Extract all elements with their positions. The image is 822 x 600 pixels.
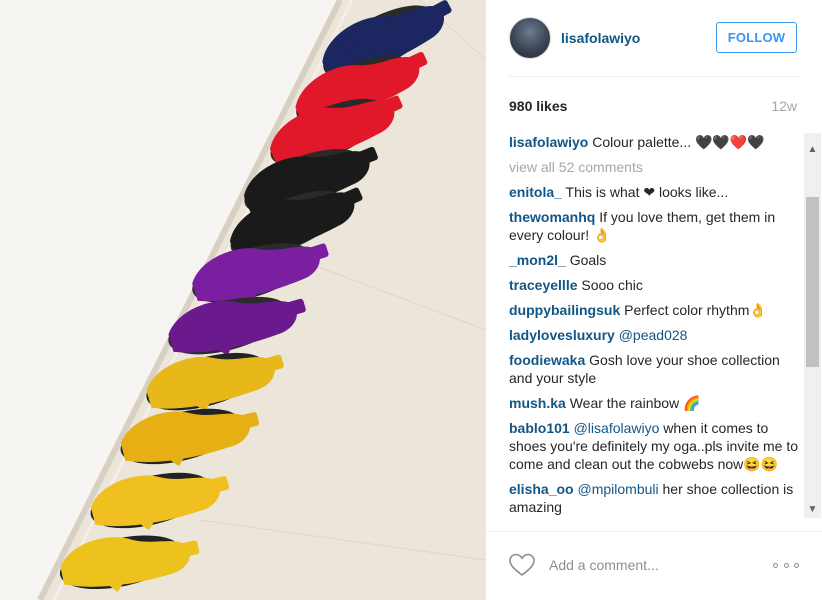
comment-username[interactable]: thewomanhq	[509, 209, 595, 225]
follow-button[interactable]: FOLLOW	[716, 22, 797, 53]
scroll-thumb[interactable]	[806, 197, 819, 367]
post-photo[interactable]	[0, 0, 486, 600]
comment-item: duppybailingsuk Perfect color rhythm👌	[509, 301, 799, 319]
comment-item: _mon2l_ Goals	[509, 251, 799, 269]
comment-mention[interactable]: @mpilombuli	[577, 481, 658, 497]
more-options-icon[interactable]	[773, 562, 799, 568]
comment-username[interactable]: _mon2l_	[509, 252, 566, 268]
footer-divider	[486, 531, 822, 532]
comment-mention[interactable]: @pead028	[619, 327, 688, 343]
comments-scrollbar[interactable]: ▲ ▼	[804, 133, 821, 518]
header-divider	[509, 76, 799, 77]
comment-item: enitola_ This is what ❤ looks like...	[509, 183, 799, 201]
post-age[interactable]: 12w	[771, 98, 797, 114]
add-comment-row	[509, 548, 799, 582]
comment-username[interactable]: traceyellle	[509, 277, 578, 293]
comments-list[interactable]: lisafolawiyo Colour palette... 🖤🖤❤️🖤 vie…	[509, 133, 799, 531]
heart-outline-icon[interactable]	[509, 552, 537, 578]
comment-username[interactable]: bablo101	[509, 420, 570, 436]
scroll-up-arrow-icon[interactable]: ▲	[804, 141, 821, 158]
comment-username[interactable]: ladylovesluxury	[509, 327, 615, 343]
view-all-comments-link[interactable]: view all 52 comments	[509, 158, 799, 176]
comment-item: thewomanhq If you love them, get them in…	[509, 208, 799, 244]
comment-username[interactable]: elisha_oo	[509, 481, 574, 497]
comment-mention[interactable]: @lisafolawiyo	[574, 420, 660, 436]
comment-text: Sooo chic	[581, 277, 643, 293]
comment-item: bablo101 @lisafolawiyo when it comes to …	[509, 419, 799, 473]
comment-item: traceyellle Sooo chic	[509, 276, 799, 294]
shoes-photo-illustration	[0, 0, 486, 600]
comment-item: elisha_oo @mpilombuli her shoe collectio…	[509, 480, 799, 516]
post-panel: lisafolawiyo FOLLOW 980 likes 12w lisafo…	[486, 0, 822, 600]
comment-text: Wear the rainbow 🌈	[569, 395, 701, 411]
caption-username[interactable]: lisafolawiyo	[509, 134, 588, 150]
caption-text: Colour palette... 🖤🖤❤️🖤	[592, 134, 765, 150]
comment-text: Perfect color rhythm👌	[624, 302, 767, 318]
comment-username[interactable]: foodiewaka	[509, 352, 585, 368]
likes-count[interactable]: 980 likes	[509, 98, 567, 114]
avatar[interactable]	[509, 17, 551, 59]
comment-item: mush.ka Wear the rainbow 🌈	[509, 394, 799, 412]
comment-username[interactable]: enitola_	[509, 184, 562, 200]
comment-text: Goals	[569, 252, 607, 268]
username-link[interactable]: lisafolawiyo	[561, 30, 640, 46]
add-comment-input[interactable]	[549, 557, 749, 573]
likes-row: 980 likes 12w	[509, 96, 797, 116]
comment-text: This is what ❤ looks like...	[565, 184, 729, 200]
caption: lisafolawiyo Colour palette... 🖤🖤❤️🖤	[509, 133, 799, 151]
comment-username[interactable]: mush.ka	[509, 395, 566, 411]
post-header: lisafolawiyo FOLLOW	[486, 0, 822, 76]
scroll-down-arrow-icon[interactable]: ▼	[804, 501, 821, 518]
comment-item: ladylovesluxury @pead028	[509, 326, 799, 344]
comment-item: foodiewaka Gosh love your shoe collectio…	[509, 351, 799, 387]
comment-username[interactable]: duppybailingsuk	[509, 302, 620, 318]
